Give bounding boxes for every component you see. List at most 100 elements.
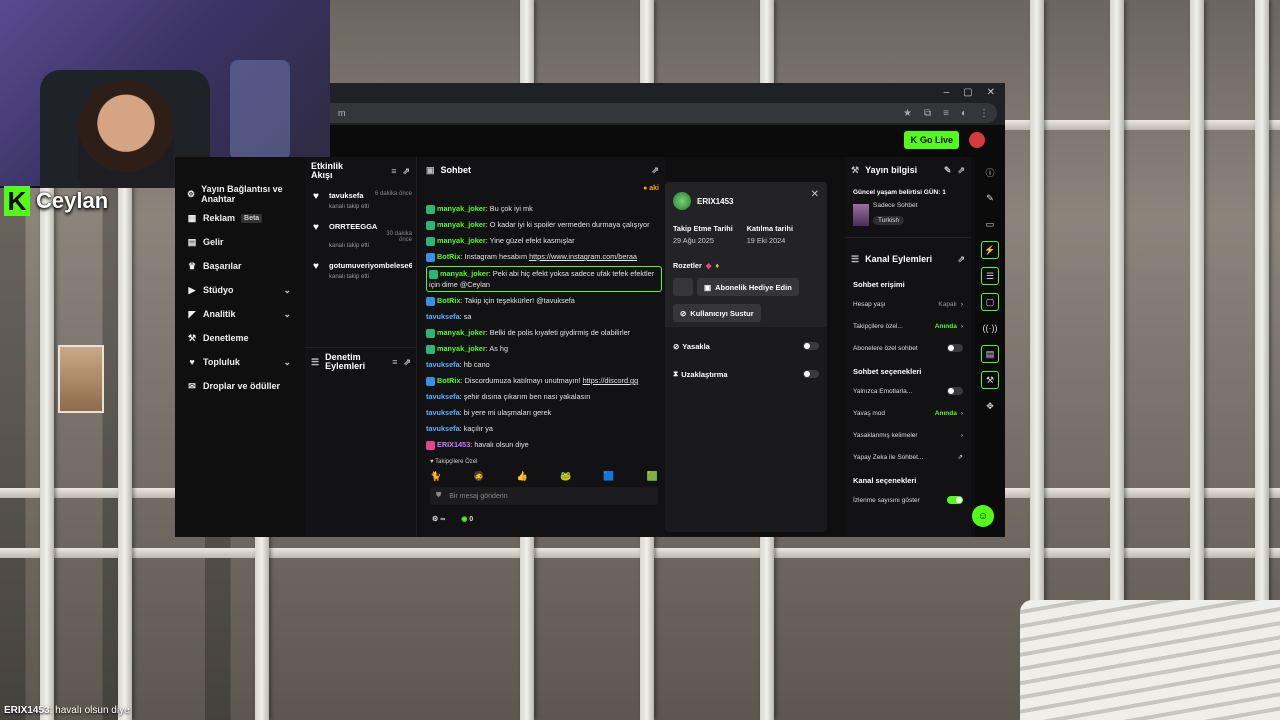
chat-username[interactable]: BotRix <box>437 376 461 385</box>
chat-username[interactable]: ERIX1453 <box>437 440 470 449</box>
edit-icon[interactable]: ✎ <box>944 165 952 176</box>
chat-username[interactable]: tavuksefa <box>426 392 460 401</box>
chat-input[interactable]: ⛊ Bir mesaj gönderin <box>430 487 658 505</box>
event-user[interactable]: ORRTEEGGA <box>329 222 377 231</box>
popout-icon[interactable]: ⇗ <box>403 357 411 368</box>
chat-username[interactable]: tavuksefa <box>426 312 460 321</box>
setting-toggle[interactable] <box>947 496 963 504</box>
puzzle-icon[interactable]: ✥ <box>981 397 999 415</box>
gift-sub-button[interactable]: ▣ Abonelik Hediye Edin <box>697 278 799 296</box>
sidebar-item-moderation[interactable]: ⚒ Denetleme <box>175 326 303 350</box>
channel-setting-row[interactable]: İzlenme sayısını göster <box>845 489 971 511</box>
sidebar-item-drops[interactable]: ✉ Droplar ve ödüller <box>175 374 303 398</box>
channel-setting-row[interactable]: Yavaş mod Anında › <box>845 402 971 424</box>
followers-only-indicator: ♥ Takipçilere Özel <box>430 459 478 465</box>
emote[interactable]: 🧔 <box>473 471 484 482</box>
channel-setting-row[interactable]: Yasaklanmış kelimeler › <box>845 424 971 446</box>
close-window-button[interactable]: ✕ <box>987 87 995 98</box>
channel-setting-row[interactable]: Yapay Zeka ile Sohbet... ⇗ <box>845 446 971 468</box>
help-icon[interactable]: ☺ <box>972 505 994 527</box>
chat-username[interactable]: BotRix <box>437 252 461 261</box>
maximize-button[interactable]: ▢ <box>963 87 972 98</box>
chevron-right-icon[interactable]: › <box>961 323 963 330</box>
ban-row: ⊘ Yasakla <box>673 337 819 355</box>
go-live-button[interactable]: K Go Live <box>904 131 959 149</box>
emote[interactable]: 🟦 <box>603 471 614 482</box>
popout-icon[interactable]: ⇗ <box>651 165 659 176</box>
setting-toggle[interactable] <box>947 387 963 395</box>
moderation-title: Denetim Eylemleri <box>325 352 366 371</box>
sidebar-item-community[interactable]: ♥ Topluluk ⌄ <box>175 350 303 374</box>
chat-username[interactable]: tavuksefa <box>426 360 460 369</box>
chat-link[interactable]: https://discord.gg <box>583 376 639 385</box>
media-icon[interactable]: ≡ <box>943 108 949 119</box>
keyboard-icon[interactable]: ▭ <box>981 215 999 233</box>
extensions-icon[interactable]: ⧉ <box>924 108 931 119</box>
channel-setting-row[interactable]: Hesap yaşı Kapalı › <box>845 293 971 315</box>
chat-username[interactable]: BotRix <box>437 296 461 305</box>
pinned-message[interactable]: ● aki <box>643 185 659 192</box>
list-icon[interactable]: ☰ <box>981 267 999 285</box>
minimize-button[interactable]: – <box>944 87 950 98</box>
user-card-username[interactable]: ERIX1453 <box>697 197 733 206</box>
sidebar-item-ads[interactable]: ▦ Reklam Beta <box>175 206 303 230</box>
popout-icon[interactable]: ⇗ <box>957 254 965 265</box>
bed <box>1020 600 1280 720</box>
image-icon[interactable]: ▤ <box>981 345 999 363</box>
popout-icon[interactable]: ⇗ <box>957 165 965 176</box>
chat-username[interactable]: manyak_joker <box>437 204 486 213</box>
channel-setting-row[interactable]: Abonelere özel sohbet <box>845 337 971 359</box>
timeout-toggle[interactable] <box>803 370 819 378</box>
user-card-extra-button[interactable] <box>673 278 693 296</box>
badge-icon: ◆ <box>705 261 712 270</box>
browser-menu-icon[interactable]: ⋮ <box>979 108 989 119</box>
popout-icon[interactable]: ⇗ <box>402 166 410 177</box>
bookmark-star-icon[interactable]: ★ <box>903 108 912 119</box>
gift-icon: ▣ <box>704 282 712 292</box>
chat-username[interactable]: manyak_joker <box>437 344 486 353</box>
emote[interactable]: 🟩 <box>647 471 658 482</box>
chevron-right-icon[interactable]: › <box>961 410 963 417</box>
broadcast-icon[interactable]: ((·)) <box>981 319 999 337</box>
lightning-icon[interactable]: ⚡ <box>981 241 999 259</box>
address-bar[interactable]: m ★ ⧉ ≡ ◐ ⋮ <box>330 103 997 123</box>
emote[interactable]: 👍 <box>517 471 528 482</box>
info-icon[interactable]: ⓘ <box>981 163 999 181</box>
chat-username[interactable]: manyak_joker <box>437 328 486 337</box>
chat-username[interactable]: tavuksefa <box>426 408 460 417</box>
chat-username[interactable]: manyak_joker <box>437 220 486 229</box>
channel-setting-row[interactable]: Takipçilere özel... Anında › <box>845 315 971 337</box>
event-user[interactable]: gotumuveriyombelese67 <box>329 261 412 270</box>
profile-icon[interactable]: ◐ <box>961 108 967 119</box>
right-panel: ⚒ Yayın bilgisi ✎ ⇗ Güncel yaşam belirti… <box>845 157 971 537</box>
sidebar-item-stream-key[interactable]: ⚙ Yayın Bağlantısı ve Anahtar <box>175 182 303 206</box>
mute-user-button[interactable]: ⊘ Kullanıcıyı Sustur <box>673 304 761 322</box>
chat-text: : şehir dısına çıkarım ben nası yakalası… <box>459 392 591 401</box>
chat-link[interactable]: https://www.instagram.com/beraa <box>529 252 637 261</box>
channel-setting-row[interactable]: Yalnızca Emotlarla... <box>845 380 971 402</box>
setting-toggle[interactable] <box>947 344 963 352</box>
pencil-icon[interactable]: ✎ <box>981 189 999 207</box>
emote[interactable]: 🐸 <box>560 471 571 482</box>
wrench-icon[interactable]: ⚒ <box>981 371 999 389</box>
viewer-settings[interactable]: ⚙ ∞ <box>432 515 445 523</box>
sidebar-item-achievements[interactable]: ♛ Başarılar <box>175 254 303 278</box>
filter-icon[interactable]: ≡ <box>392 357 397 367</box>
chevron-right-icon[interactable]: › <box>961 301 963 308</box>
external-link-icon[interactable]: ⇗ <box>958 453 963 461</box>
ban-toggle[interactable] <box>803 342 819 350</box>
chat-username[interactable]: manyak_joker <box>440 269 489 278</box>
chat-icon[interactable]: ▢ <box>981 293 999 311</box>
chevron-right-icon[interactable]: › <box>961 432 963 439</box>
channel-points[interactable]: ◉ 0 <box>461 515 473 523</box>
sidebar-item-revenue[interactable]: ▤ Gelir <box>175 230 303 254</box>
filter-icon[interactable]: ≡ <box>391 166 396 176</box>
sidebar-item-analytics[interactable]: ◤ Analitik ⌄ <box>175 302 303 326</box>
event-user[interactable]: tavuksefa <box>329 191 364 200</box>
user-avatar[interactable] <box>969 132 985 148</box>
chat-username[interactable]: manyak_joker <box>437 236 486 245</box>
chat-username[interactable]: tavuksefa <box>426 424 460 433</box>
sidebar-item-studio[interactable]: ▶ Stüdyo ⌄ <box>175 278 303 302</box>
close-icon[interactable]: ✕ <box>811 189 819 200</box>
emote[interactable]: 🐈 <box>430 471 441 482</box>
